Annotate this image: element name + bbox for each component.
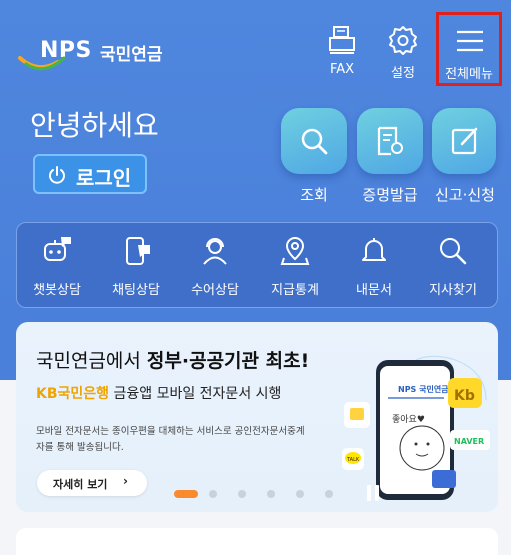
payment-stats-button[interactable]: 지급통계 <box>255 223 335 309</box>
chat-phone-icon <box>126 237 150 265</box>
chatbot-icon <box>44 237 71 261</box>
carousel-indicators <box>174 490 374 500</box>
power-icon <box>49 166 65 184</box>
find-branch-button[interactable]: 지사찾기 <box>413 223 493 309</box>
search-icon <box>301 128 328 155</box>
report-apply-button[interactable] <box>432 108 496 174</box>
login-button[interactable]: 로그인 <box>33 154 147 194</box>
sign-consult-button[interactable]: 수어상담 <box>175 223 255 309</box>
chevron-right-icon: › <box>123 474 128 488</box>
promo-banner[interactable]: 국민연금에서 정부·공공기관 최초! KB국민은행 금융앱 모바일 전자문서 시… <box>16 322 498 512</box>
more-details-button[interactable]: 자세히 보기 › <box>37 470 147 496</box>
all-menu-label: 전체메뉴 <box>445 67 493 82</box>
inquiry-button[interactable] <box>281 108 347 174</box>
naver-text: NAVER <box>454 437 484 446</box>
phone-brand-text: NPS 국민연금 <box>398 384 449 394</box>
nps-logo[interactable]: NPS 국민연금 <box>18 30 198 78</box>
banner-title: 국민연금에서 정부·공공기관 최초! <box>36 346 309 373</box>
fax-button[interactable]: FAX <box>312 18 372 80</box>
banner-title-bold: 정부·공공기관 최초! <box>146 350 310 372</box>
phone-illustration: NPS 국민연금 좋아요♥ Kb NAVER TALK <box>342 355 490 500</box>
bell-icon <box>362 238 386 261</box>
magnifier-icon <box>440 238 467 265</box>
carousel-dot[interactable] <box>325 490 333 498</box>
my-documents-label: 내문서 <box>356 283 392 298</box>
my-documents-button[interactable]: 내문서 <box>334 223 414 309</box>
carousel-dot[interactable] <box>296 490 304 498</box>
banner-description: 모바일 전자문서는 종이우편을 대체하는 서비스로 공인전자문서중계자를 통해 … <box>36 426 305 453</box>
more-details-label: 자세히 보기 <box>53 478 108 491</box>
next-section-card <box>16 528 498 555</box>
chatbot-button[interactable]: 챗봇상담 <box>17 223 97 309</box>
hamburger-menu-icon <box>457 30 483 52</box>
svg-text:Kb: Kb <box>454 388 475 404</box>
chat-consult-label: 채팅상담 <box>112 283 160 298</box>
report-apply-label: 신고·신청 <box>435 186 495 204</box>
all-menu-button[interactable]: 전체메뉴 <box>436 12 502 86</box>
logo-swoosh-icon <box>18 56 66 71</box>
pause-button[interactable] <box>366 485 380 501</box>
fax-icon <box>329 26 355 54</box>
payment-stats-label: 지급통계 <box>271 283 319 298</box>
phone-like-text: 좋아요♥ <box>392 414 425 425</box>
certificate-button[interactable] <box>357 108 423 174</box>
gear-icon <box>389 26 417 55</box>
banner-subtitle-rest: 금융앱 모바일 전자문서 시행 <box>109 386 282 402</box>
map-pin-icon <box>280 236 310 265</box>
chat-consult-button[interactable]: 채팅상담 <box>96 223 176 309</box>
carousel-dot-active[interactable] <box>174 490 198 498</box>
headset-agent-icon <box>203 238 227 265</box>
banner-kb-text: KB국민은행 <box>36 386 110 402</box>
settings-label: 설정 <box>391 66 415 81</box>
service-bar: 챗봇상담 채팅상담 수어상담 지급통계 내문서 지사찾기 <box>16 222 498 308</box>
find-branch-label: 지사찾기 <box>429 283 477 298</box>
login-label: 로그인 <box>76 166 132 190</box>
carousel-dot[interactable] <box>267 490 275 498</box>
talk-text: TALK <box>346 457 360 463</box>
carousel-dot[interactable] <box>209 490 217 498</box>
logo-korean: 국민연금 <box>100 45 163 65</box>
fax-label: FAX <box>329 62 355 77</box>
certificate-icon <box>377 126 403 156</box>
sign-consult-label: 수어상담 <box>191 283 239 298</box>
carousel-dot[interactable] <box>238 490 246 498</box>
banner-title-plain: 국민연금에서 <box>36 350 147 372</box>
settings-button[interactable]: 설정 <box>373 18 433 81</box>
greeting-text: 안녕하세요 <box>30 109 159 142</box>
edit-icon <box>451 127 478 155</box>
chatbot-label: 챗봇상담 <box>33 283 81 298</box>
pause-icon <box>367 485 371 501</box>
banner-subtitle: KB국민은행 금융앱 모바일 전자문서 시행 <box>36 383 281 403</box>
